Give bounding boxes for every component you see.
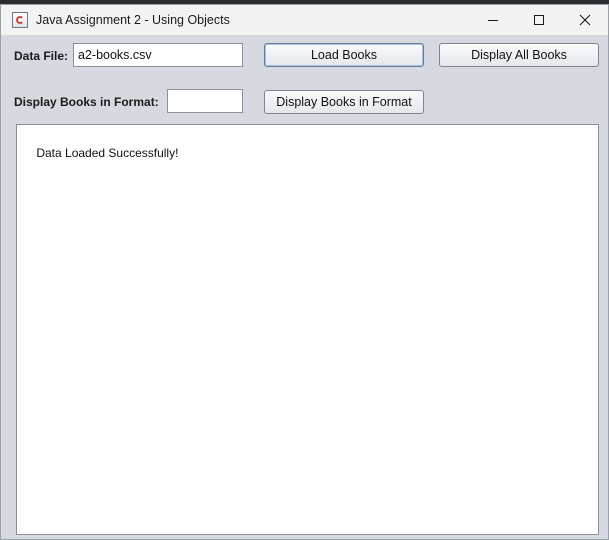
java-cup-icon xyxy=(12,12,28,28)
data-file-label: Data File: xyxy=(14,49,69,63)
title-bar[interactable]: Java Assignment 2 - Using Objects xyxy=(1,5,608,35)
output-text: Data Loaded Successfully! xyxy=(36,146,179,160)
window-title: Java Assignment 2 - Using Objects xyxy=(36,13,230,27)
data-file-input[interactable] xyxy=(73,43,243,67)
window-controls xyxy=(470,5,608,35)
format-label: Display Books in Format: xyxy=(14,95,159,109)
load-books-button[interactable]: Load Books xyxy=(264,43,424,67)
display-all-books-button[interactable]: Display All Books xyxy=(439,43,599,67)
minimize-icon xyxy=(488,20,498,21)
close-icon xyxy=(579,14,591,26)
output-text-area[interactable]: Data Loaded Successfully! xyxy=(16,124,599,535)
display-books-in-format-button[interactable]: Display Books in Format xyxy=(264,90,424,114)
app-window: Java Assignment 2 - Using Objects Data F… xyxy=(0,4,609,540)
maximize-button[interactable] xyxy=(516,5,562,35)
minimize-button[interactable] xyxy=(470,5,516,35)
close-button[interactable] xyxy=(562,5,608,35)
maximize-icon xyxy=(534,15,544,25)
format-input[interactable] xyxy=(167,89,243,113)
